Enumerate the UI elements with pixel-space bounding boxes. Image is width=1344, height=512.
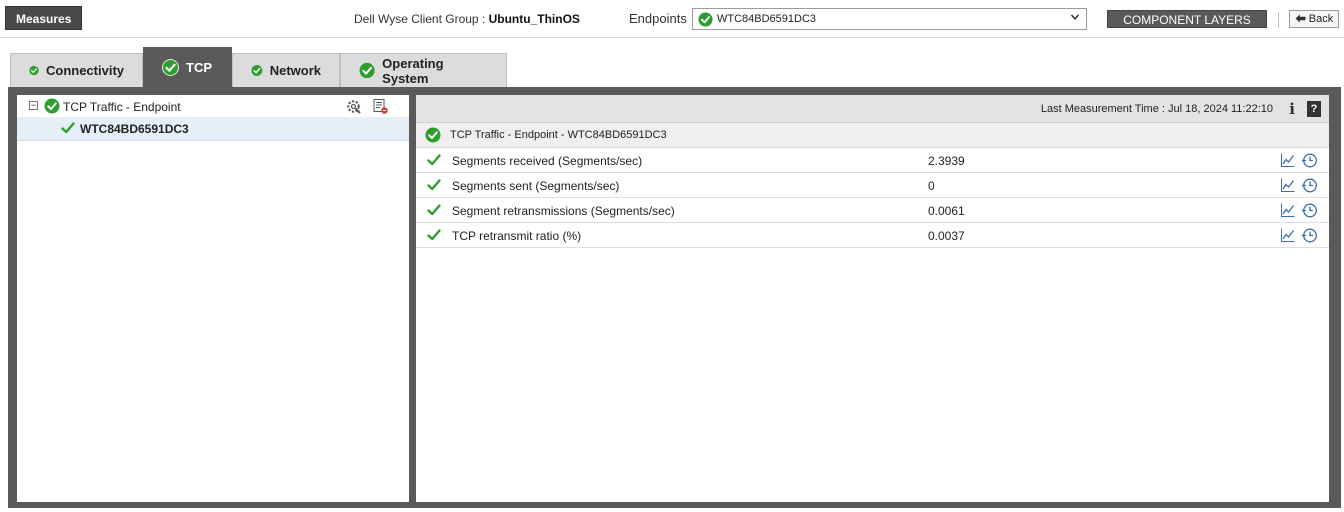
tab-label: Connectivity (45, 63, 124, 78)
last-measurement-time: Last Measurement Time : Jul 18, 2024 11:… (1040, 103, 1273, 115)
back-button[interactable]: Back (1289, 10, 1339, 28)
line-graph-icon[interactable] (1280, 202, 1296, 218)
tab-tcp[interactable]: TCP (143, 47, 232, 87)
measure-value: 2.3939 (928, 154, 965, 168)
measure-name: Segment retransmissions (Segments/sec) (452, 204, 675, 218)
checkmark-icon (61, 122, 75, 134)
endpoint-select-value: WTC84BD6591DC3 (717, 13, 817, 25)
line-graph-icon[interactable] (1280, 152, 1296, 168)
check-circle-icon (359, 62, 375, 79)
top-bar: Measures Dell Wyse Client Group : Ubuntu… (0, 0, 1344, 38)
checkmark-icon (427, 179, 441, 191)
measure-row: Segments received (Segments/sec) 2.3939 (416, 148, 1329, 173)
measure-name: TCP retransmit ratio (%) (452, 229, 582, 243)
checkmark-icon (427, 204, 441, 216)
line-graph-icon[interactable] (1280, 177, 1296, 193)
section-title: TCP Traffic - Endpoint - WTC84BD6591DC3 (450, 129, 667, 141)
measure-name: Segments received (Segments/sec) (452, 154, 643, 168)
endpoint-select[interactable]: WTC84BD6591DC3 (692, 8, 1087, 30)
gear-wrench-icon[interactable] (345, 98, 362, 115)
help-icon[interactable]: ? (1307, 101, 1321, 117)
check-circle-icon (29, 65, 39, 76)
chevron-down-icon[interactable] (1070, 12, 1080, 25)
tree-child-label: WTC84BD6591DC3 (80, 122, 189, 136)
checkmark-icon (427, 229, 441, 241)
measure-row: Segments sent (Segments/sec) 0 (416, 173, 1329, 198)
check-circle-icon (44, 98, 60, 114)
line-graph-icon[interactable] (1280, 227, 1296, 243)
group-name: Ubuntu_ThinOS (488, 12, 580, 26)
tree-child-node[interactable]: WTC84BD6591DC3 (17, 117, 409, 141)
tab-label: TCP (186, 60, 212, 75)
history-clock-icon[interactable] (1301, 177, 1318, 194)
check-circle-icon (251, 65, 263, 76)
report-icon[interactable] (372, 98, 389, 115)
collapse-icon[interactable]: − (29, 101, 38, 110)
measure-row: Segment retransmissions (Segments/sec) 0… (416, 198, 1329, 223)
info-icon[interactable]: i (1289, 100, 1295, 118)
tab-network[interactable]: Network (232, 53, 340, 87)
divider (1278, 12, 1279, 28)
check-circle-icon (425, 127, 441, 143)
tree-root-label: TCP Traffic - Endpoint (63, 100, 181, 114)
history-clock-icon[interactable] (1301, 227, 1318, 244)
check-circle-icon (698, 11, 713, 27)
group-label: Dell Wyse Client Group : Ubuntu_ThinOS (354, 12, 580, 26)
component-layers-button[interactable]: COMPONENT LAYERS (1107, 10, 1267, 28)
tab-connectivity[interactable]: Connectivity (10, 53, 143, 87)
measure-value: 0.0037 (928, 229, 965, 243)
layer-tabs: Connectivity TCP Network Operating Syste… (10, 47, 507, 87)
checkmark-icon (427, 154, 441, 166)
section-header: TCP Traffic - Endpoint - WTC84BD6591DC3 (416, 123, 1329, 148)
measure-name: Segments sent (Segments/sec) (452, 179, 620, 193)
measure-row: TCP retransmit ratio (%) 0.0037 (416, 223, 1329, 248)
measure-value: 0 (928, 179, 935, 193)
measures-header: Last Measurement Time : Jul 18, 2024 11:… (416, 95, 1329, 123)
endpoints-label: Endpoints (629, 11, 687, 26)
tab-label: Network (269, 63, 321, 78)
back-arrow-icon (1295, 14, 1306, 23)
history-clock-icon[interactable] (1301, 202, 1318, 219)
main-frame: − TCP Traffic - Endpoint WTC84BD6591DC3 … (8, 87, 1341, 508)
tab-operating-system[interactable]: Operating System (340, 53, 507, 87)
measures-button[interactable]: Measures (5, 6, 83, 30)
test-tree-pane: − TCP Traffic - Endpoint WTC84BD6591DC3 (17, 95, 409, 502)
history-clock-icon[interactable] (1301, 152, 1318, 169)
tab-label: Operating System (382, 55, 444, 86)
back-label: Back (1308, 13, 1334, 25)
measure-value: 0.0061 (928, 204, 965, 218)
group-prefix: Dell Wyse Client Group : (354, 12, 489, 26)
measures-pane: Last Measurement Time : Jul 18, 2024 11:… (416, 95, 1329, 502)
tree-root-node[interactable]: − TCP Traffic - Endpoint (17, 95, 409, 117)
check-circle-icon (162, 59, 179, 76)
